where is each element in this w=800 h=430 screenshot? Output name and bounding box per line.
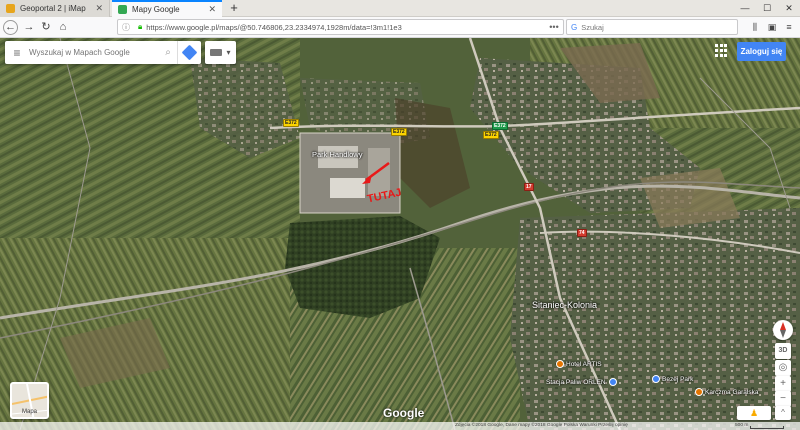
road-badge: E372 bbox=[492, 122, 508, 130]
road-badge: 17 bbox=[524, 183, 534, 191]
chevron-down-icon: ▾ bbox=[226, 48, 231, 57]
minimize-button[interactable]: — bbox=[734, 0, 756, 17]
directions-button[interactable] bbox=[177, 41, 201, 64]
library-icon[interactable]: ⫼ bbox=[748, 20, 762, 34]
lock-icon: 🔒︎ bbox=[138, 22, 143, 31]
back-button[interactable]: ← bbox=[3, 20, 18, 35]
page-actions-button[interactable]: ••• bbox=[545, 22, 563, 32]
road-badge: 74 bbox=[577, 229, 587, 237]
poi-hotel[interactable]: Hotel ARTIS bbox=[556, 360, 602, 368]
close-tab-icon[interactable]: ✕ bbox=[208, 4, 216, 15]
maps-search-box[interactable]: ≡ ⌕ bbox=[5, 41, 201, 64]
shopping-icon bbox=[652, 375, 660, 383]
info-icon[interactable]: ⓘ bbox=[122, 22, 130, 33]
place-label-karczma: Karczma Garalska bbox=[705, 388, 759, 396]
menu-icon[interactable]: ≡ bbox=[782, 20, 796, 34]
poi-gas-station[interactable]: Stacja Paliw ORLEN bbox=[546, 378, 619, 386]
zoom-in-button[interactable]: + bbox=[775, 376, 791, 392]
satellite-map[interactable]: E372 E372 E372 E372 17 74 Park Handlowy … bbox=[0, 38, 800, 430]
road-badge: E372 bbox=[283, 119, 299, 127]
poi-park[interactable]: Bezej Park bbox=[652, 375, 693, 383]
sidebar-icon[interactable]: ▣ bbox=[765, 20, 779, 34]
attribution-text[interactable]: Zdjęcia ©2018 Google, Dane mapy ©2018 Go… bbox=[455, 423, 628, 428]
map-layer-label: Mapa bbox=[21, 409, 37, 415]
hotel-icon bbox=[556, 360, 564, 368]
map-footer: Zdjęcia ©2018 Google, Dane mapy ©2018 Go… bbox=[0, 422, 800, 430]
zoom-out-button[interactable]: − bbox=[775, 391, 791, 407]
place-label-park[interactable]: Park Handlowy bbox=[312, 150, 362, 159]
poi-restaurant[interactable]: Karczma Garalska bbox=[695, 388, 758, 396]
compass-icon[interactable] bbox=[773, 320, 793, 340]
restaurant-icon bbox=[695, 388, 703, 396]
place-label-artis: Hotel ARTIS bbox=[566, 360, 602, 368]
google-logo: Google bbox=[383, 406, 425, 420]
road-badge: E372 bbox=[483, 131, 499, 139]
apps-grid-icon[interactable] bbox=[715, 44, 729, 58]
address-bar[interactable]: ⓘ 🔒︎ https://www.google.pl/maps/@50.7468… bbox=[117, 19, 564, 35]
maximize-button[interactable]: ☐ bbox=[756, 0, 778, 17]
navigation-toolbar: ← → ↻ ⌂ ⓘ 🔒︎ https://www.google.pl/maps/… bbox=[0, 17, 800, 38]
street-view-strip[interactable]: ♟ bbox=[737, 406, 771, 420]
scale-bar bbox=[750, 426, 784, 429]
directions-icon bbox=[181, 44, 198, 61]
pegman-icon: ♟ bbox=[749, 408, 759, 418]
expand-imagery-button[interactable]: ^ bbox=[775, 406, 791, 420]
location-target-icon: ◎ bbox=[778, 362, 788, 373]
login-button[interactable]: Zaloguj się bbox=[737, 42, 786, 61]
tab-geoportal[interactable]: Geoportal 2 | iMap ✕ bbox=[0, 0, 110, 17]
new-tab-button[interactable]: + bbox=[227, 0, 241, 17]
tab-bar: Geoportal 2 | iMap ✕ Mapy Google ✕ + — ☐… bbox=[0, 0, 800, 17]
maps-search-input[interactable] bbox=[29, 48, 159, 57]
tab-title: Mapy Google bbox=[132, 5, 180, 14]
close-window-button[interactable]: ✕ bbox=[778, 0, 800, 17]
menu-icon[interactable]: ≡ bbox=[5, 46, 29, 60]
geoportal-favicon-icon bbox=[6, 4, 15, 13]
reload-button[interactable]: ↻ bbox=[38, 19, 54, 35]
input-tools-button[interactable]: ▾ bbox=[205, 41, 236, 64]
map-layer-toggle[interactable]: Mapa bbox=[10, 382, 49, 419]
close-tab-icon[interactable]: ✕ bbox=[95, 3, 103, 14]
road-badge: E372 bbox=[391, 128, 407, 136]
tilt-3d-button[interactable]: 3D bbox=[775, 343, 791, 359]
tab-google-maps[interactable]: Mapy Google ✕ bbox=[112, 0, 222, 17]
forward-button[interactable]: → bbox=[21, 19, 37, 35]
browser-search-field[interactable]: G Szukaj bbox=[566, 19, 738, 35]
place-label-bezej: Bezej Park bbox=[662, 375, 694, 383]
gas-station-icon bbox=[608, 378, 617, 386]
my-location-button[interactable]: ◎ bbox=[775, 360, 791, 376]
place-label-orlen: Stacja Paliw ORLEN bbox=[546, 378, 606, 386]
scale-label[interactable]: 500 m bbox=[735, 423, 748, 428]
url-text[interactable]: https://www.google.pl/maps/@50.746806,23… bbox=[146, 23, 545, 32]
google-maps-favicon-icon bbox=[118, 5, 127, 14]
search-placeholder: Szukaj bbox=[581, 22, 604, 32]
tab-title: Geoportal 2 | iMap bbox=[20, 4, 86, 13]
search-icon[interactable]: ⌕ bbox=[159, 47, 177, 58]
keyboard-icon bbox=[210, 49, 223, 56]
satellite-imagery bbox=[0, 38, 800, 430]
google-search-icon: G bbox=[571, 22, 578, 32]
home-icon[interactable]: ⌂ bbox=[55, 19, 71, 35]
place-label-sitaniec[interactable]: Sitaniec-Kolonia bbox=[532, 300, 597, 310]
